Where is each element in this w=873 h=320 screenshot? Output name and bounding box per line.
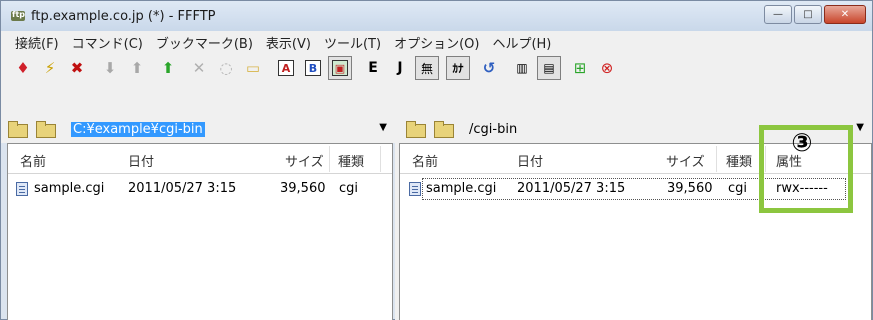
toolbar: ♦ ⚡ ✖ ⬇ ⬆ ⬆ ✕ ◌ ▭ A B ▣ E J 無 ｶﾅ ↺ ▥ ▤ ⊞… [1, 53, 872, 83]
col-name[interactable]: 名前 [412, 151, 438, 170]
rename-icon[interactable]: ◌ [214, 56, 238, 80]
euc-icon[interactable]: E [361, 56, 385, 80]
col-size[interactable]: サイズ [666, 151, 705, 170]
column-divider[interactable] [329, 146, 330, 172]
annotation-number: ③ [791, 128, 813, 157]
disconnect-icon[interactable]: ✖ [65, 56, 89, 80]
remote-path-input[interactable]: /cgi-bin [469, 122, 517, 137]
kana-icon[interactable]: ｶﾅ [446, 56, 470, 80]
file-type: cgi [339, 181, 359, 196]
mkdir-icon[interactable]: ▭ [241, 56, 265, 80]
ascii-mode-label: A [278, 60, 294, 76]
window-title: ftp.example.co.jp (*) - FFFTP [31, 8, 216, 24]
col-type[interactable]: 種類 [338, 151, 364, 170]
refresh-icon[interactable]: ↺ [477, 56, 501, 80]
no-conversion-icon[interactable]: 無 [415, 56, 439, 80]
column-divider[interactable] [716, 146, 717, 172]
file-icon [16, 182, 28, 196]
menu-view[interactable]: 表示(V) [266, 33, 311, 52]
col-size[interactable]: サイズ [285, 151, 324, 170]
menu-bar: 接続(F) コマンド(C) ブックマーク(B) 表示(V) ツール(T) オプシ… [1, 31, 872, 53]
local-file-list[interactable]: 名前 日付 サイズ 種類 sample.cgi 2011/05/27 3:15 … [7, 143, 393, 320]
mirror-upload-icon[interactable]: ⬆ [156, 56, 180, 80]
window-controls: — □ ✕ [764, 5, 866, 24]
col-date[interactable]: 日付 [517, 151, 543, 170]
kana-label: ｶﾅ [452, 62, 464, 75]
col-name[interactable]: 名前 [20, 151, 46, 170]
stop-icon[interactable]: ⊗ [595, 56, 619, 80]
open-folder-icon[interactable] [433, 120, 455, 138]
local-path-bar: C:¥example¥cgi-bin ▼ [1, 115, 395, 143]
toolbar-spacer [1, 83, 872, 115]
no-conversion-label: 無 [420, 61, 433, 76]
maximize-button[interactable]: □ [794, 5, 822, 24]
quick-connect-icon[interactable]: ⚡ [38, 56, 62, 80]
parent-folder-icon[interactable] [405, 120, 427, 138]
table-row[interactable]: sample.cgi 2011/05/27 3:15 39,560 cgi [8, 178, 392, 200]
ffftp-app-icon [11, 8, 27, 24]
jis-label: J [397, 60, 403, 76]
jis-icon[interactable]: J [388, 56, 412, 80]
connect-icon[interactable]: ♦ [11, 56, 35, 80]
menu-tools[interactable]: ツール(T) [324, 33, 381, 52]
euc-label: E [368, 60, 378, 76]
chevron-down-icon[interactable]: ▼ [379, 122, 387, 133]
ffftp-window: ftp.example.co.jp (*) - FFFTP — □ ✕ 接続(F… [0, 0, 873, 320]
open-folder-icon[interactable] [35, 120, 57, 138]
auto-mode-icon[interactable]: ▣ [328, 56, 352, 80]
menu-command[interactable]: コマンド(C) [72, 33, 143, 52]
list-view-icon[interactable]: ▥ [510, 56, 534, 80]
ascii-mode-icon[interactable]: A [274, 56, 298, 80]
menu-help[interactable]: ヘルプ(H) [492, 33, 551, 52]
file-date: 2011/05/27 3:15 [128, 181, 237, 196]
delete-icon[interactable]: ✕ [187, 56, 211, 80]
upload-icon[interactable]: ⬆ [125, 56, 149, 80]
menu-options[interactable]: オプション(O) [394, 33, 479, 52]
close-button[interactable]: ✕ [824, 5, 866, 24]
detail-view-icon[interactable]: ▤ [537, 56, 561, 80]
binary-mode-icon[interactable]: B [301, 56, 325, 80]
column-divider[interactable] [380, 146, 381, 172]
file-size: 39,560 [280, 181, 326, 196]
local-list-header: 名前 日付 サイズ 種類 [8, 144, 392, 174]
download-icon[interactable]: ⬇ [98, 56, 122, 80]
col-date[interactable]: 日付 [128, 151, 154, 170]
minimize-button[interactable]: — [764, 5, 792, 24]
chevron-down-icon[interactable]: ▼ [856, 122, 864, 133]
col-type[interactable]: 種類 [726, 151, 752, 170]
parent-folder-icon[interactable] [7, 120, 29, 138]
menu-bookmark[interactable]: ブックマーク(B) [156, 33, 253, 52]
menu-connect[interactable]: 接続(F) [15, 33, 59, 52]
sync-icon[interactable]: ⊞ [568, 56, 592, 80]
binary-mode-label: B [305, 60, 321, 76]
title-bar: ftp.example.co.jp (*) - FFFTP — □ ✕ [1, 1, 872, 31]
file-name: sample.cgi [34, 181, 105, 196]
file-icon [409, 182, 421, 196]
local-path-input[interactable]: C:¥example¥cgi-bin [71, 121, 205, 137]
